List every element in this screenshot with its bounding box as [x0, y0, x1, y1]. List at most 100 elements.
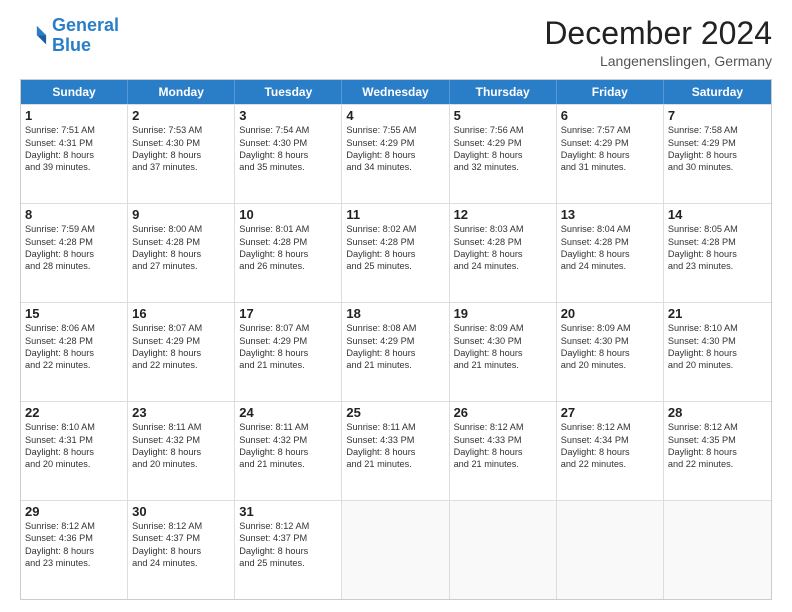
cell-text: Sunrise: 8:10 AM Sunset: 4:30 PM Dayligh…	[668, 322, 767, 372]
header-saturday: Saturday	[664, 80, 771, 104]
day-number: 21	[668, 306, 767, 321]
cell-text: Sunrise: 8:03 AM Sunset: 4:28 PM Dayligh…	[454, 223, 552, 273]
calendar-cell: 9Sunrise: 8:00 AM Sunset: 4:28 PM Daylig…	[128, 204, 235, 302]
logo-icon	[20, 22, 48, 50]
calendar-cell: 26Sunrise: 8:12 AM Sunset: 4:33 PM Dayli…	[450, 402, 557, 500]
cell-text: Sunrise: 8:01 AM Sunset: 4:28 PM Dayligh…	[239, 223, 337, 273]
day-number: 8	[25, 207, 123, 222]
day-number: 31	[239, 504, 337, 519]
day-number: 9	[132, 207, 230, 222]
cell-text: Sunrise: 7:54 AM Sunset: 4:30 PM Dayligh…	[239, 124, 337, 174]
day-number: 10	[239, 207, 337, 222]
cell-text: Sunrise: 8:12 AM Sunset: 4:36 PM Dayligh…	[25, 520, 123, 570]
calendar-cell: 5Sunrise: 7:56 AM Sunset: 4:29 PM Daylig…	[450, 105, 557, 203]
day-number: 2	[132, 108, 230, 123]
calendar-cell: 28Sunrise: 8:12 AM Sunset: 4:35 PM Dayli…	[664, 402, 771, 500]
cell-text: Sunrise: 8:10 AM Sunset: 4:31 PM Dayligh…	[25, 421, 123, 471]
month-title: December 2024	[544, 16, 772, 51]
cell-text: Sunrise: 8:12 AM Sunset: 4:37 PM Dayligh…	[132, 520, 230, 570]
day-number: 14	[668, 207, 767, 222]
cell-text: Sunrise: 8:12 AM Sunset: 4:33 PM Dayligh…	[454, 421, 552, 471]
calendar-cell: 7Sunrise: 7:58 AM Sunset: 4:29 PM Daylig…	[664, 105, 771, 203]
header-wednesday: Wednesday	[342, 80, 449, 104]
calendar-cell: 27Sunrise: 8:12 AM Sunset: 4:34 PM Dayli…	[557, 402, 664, 500]
cell-text: Sunrise: 8:11 AM Sunset: 4:32 PM Dayligh…	[132, 421, 230, 471]
header-sunday: Sunday	[21, 80, 128, 104]
calendar-row-2: 8Sunrise: 7:59 AM Sunset: 4:28 PM Daylig…	[21, 203, 771, 302]
calendar-cell: 19Sunrise: 8:09 AM Sunset: 4:30 PM Dayli…	[450, 303, 557, 401]
calendar-cell: 17Sunrise: 8:07 AM Sunset: 4:29 PM Dayli…	[235, 303, 342, 401]
header-thursday: Thursday	[450, 80, 557, 104]
cell-text: Sunrise: 8:11 AM Sunset: 4:32 PM Dayligh…	[239, 421, 337, 471]
header-monday: Monday	[128, 80, 235, 104]
page: General Blue December 2024 Langenensling…	[0, 0, 792, 612]
cell-text: Sunrise: 8:09 AM Sunset: 4:30 PM Dayligh…	[454, 322, 552, 372]
cell-text: Sunrise: 8:07 AM Sunset: 4:29 PM Dayligh…	[239, 322, 337, 372]
logo: General Blue	[20, 16, 119, 56]
calendar-cell: 1Sunrise: 7:51 AM Sunset: 4:31 PM Daylig…	[21, 105, 128, 203]
day-number: 22	[25, 405, 123, 420]
calendar-cell: 10Sunrise: 8:01 AM Sunset: 4:28 PM Dayli…	[235, 204, 342, 302]
day-number: 23	[132, 405, 230, 420]
location: Langenenslingen, Germany	[544, 53, 772, 69]
cell-text: Sunrise: 7:59 AM Sunset: 4:28 PM Dayligh…	[25, 223, 123, 273]
calendar: Sunday Monday Tuesday Wednesday Thursday…	[20, 79, 772, 600]
calendar-cell: 22Sunrise: 8:10 AM Sunset: 4:31 PM Dayli…	[21, 402, 128, 500]
calendar-header: Sunday Monday Tuesday Wednesday Thursday…	[21, 80, 771, 104]
calendar-cell: 25Sunrise: 8:11 AM Sunset: 4:33 PM Dayli…	[342, 402, 449, 500]
header: General Blue December 2024 Langenensling…	[20, 16, 772, 69]
cell-text: Sunrise: 8:05 AM Sunset: 4:28 PM Dayligh…	[668, 223, 767, 273]
day-number: 18	[346, 306, 444, 321]
cell-text: Sunrise: 7:57 AM Sunset: 4:29 PM Dayligh…	[561, 124, 659, 174]
day-number: 26	[454, 405, 552, 420]
day-number: 24	[239, 405, 337, 420]
calendar-row-1: 1Sunrise: 7:51 AM Sunset: 4:31 PM Daylig…	[21, 104, 771, 203]
cell-text: Sunrise: 8:08 AM Sunset: 4:29 PM Dayligh…	[346, 322, 444, 372]
calendar-cell: 13Sunrise: 8:04 AM Sunset: 4:28 PM Dayli…	[557, 204, 664, 302]
day-number: 1	[25, 108, 123, 123]
logo-line2: Blue	[52, 35, 91, 55]
cell-text: Sunrise: 7:56 AM Sunset: 4:29 PM Dayligh…	[454, 124, 552, 174]
day-number: 20	[561, 306, 659, 321]
calendar-cell: 30Sunrise: 8:12 AM Sunset: 4:37 PM Dayli…	[128, 501, 235, 599]
cell-text: Sunrise: 8:02 AM Sunset: 4:28 PM Dayligh…	[346, 223, 444, 273]
calendar-cell: 29Sunrise: 8:12 AM Sunset: 4:36 PM Dayli…	[21, 501, 128, 599]
calendar-cell: 18Sunrise: 8:08 AM Sunset: 4:29 PM Dayli…	[342, 303, 449, 401]
day-number: 11	[346, 207, 444, 222]
cell-text: Sunrise: 8:12 AM Sunset: 4:35 PM Dayligh…	[668, 421, 767, 471]
logo-text: General Blue	[52, 16, 119, 56]
day-number: 3	[239, 108, 337, 123]
cell-text: Sunrise: 7:51 AM Sunset: 4:31 PM Dayligh…	[25, 124, 123, 174]
calendar-cell	[557, 501, 664, 599]
calendar-row-4: 22Sunrise: 8:10 AM Sunset: 4:31 PM Dayli…	[21, 401, 771, 500]
calendar-cell: 2Sunrise: 7:53 AM Sunset: 4:30 PM Daylig…	[128, 105, 235, 203]
cell-text: Sunrise: 7:53 AM Sunset: 4:30 PM Dayligh…	[132, 124, 230, 174]
cell-text: Sunrise: 8:12 AM Sunset: 4:37 PM Dayligh…	[239, 520, 337, 570]
cell-text: Sunrise: 7:58 AM Sunset: 4:29 PM Dayligh…	[668, 124, 767, 174]
calendar-cell	[342, 501, 449, 599]
calendar-cell: 15Sunrise: 8:06 AM Sunset: 4:28 PM Dayli…	[21, 303, 128, 401]
calendar-cell: 14Sunrise: 8:05 AM Sunset: 4:28 PM Dayli…	[664, 204, 771, 302]
calendar-cell	[450, 501, 557, 599]
day-number: 30	[132, 504, 230, 519]
day-number: 17	[239, 306, 337, 321]
calendar-cell: 16Sunrise: 8:07 AM Sunset: 4:29 PM Dayli…	[128, 303, 235, 401]
header-friday: Friday	[557, 80, 664, 104]
title-block: December 2024 Langenenslingen, Germany	[544, 16, 772, 69]
day-number: 19	[454, 306, 552, 321]
calendar-body: 1Sunrise: 7:51 AM Sunset: 4:31 PM Daylig…	[21, 104, 771, 599]
calendar-cell: 23Sunrise: 8:11 AM Sunset: 4:32 PM Dayli…	[128, 402, 235, 500]
cell-text: Sunrise: 8:04 AM Sunset: 4:28 PM Dayligh…	[561, 223, 659, 273]
calendar-cell: 4Sunrise: 7:55 AM Sunset: 4:29 PM Daylig…	[342, 105, 449, 203]
day-number: 15	[25, 306, 123, 321]
day-number: 7	[668, 108, 767, 123]
calendar-cell: 8Sunrise: 7:59 AM Sunset: 4:28 PM Daylig…	[21, 204, 128, 302]
cell-text: Sunrise: 8:12 AM Sunset: 4:34 PM Dayligh…	[561, 421, 659, 471]
logo-line1: General	[52, 15, 119, 35]
day-number: 12	[454, 207, 552, 222]
cell-text: Sunrise: 8:11 AM Sunset: 4:33 PM Dayligh…	[346, 421, 444, 471]
day-number: 5	[454, 108, 552, 123]
day-number: 6	[561, 108, 659, 123]
calendar-cell: 6Sunrise: 7:57 AM Sunset: 4:29 PM Daylig…	[557, 105, 664, 203]
calendar-row-5: 29Sunrise: 8:12 AM Sunset: 4:36 PM Dayli…	[21, 500, 771, 599]
